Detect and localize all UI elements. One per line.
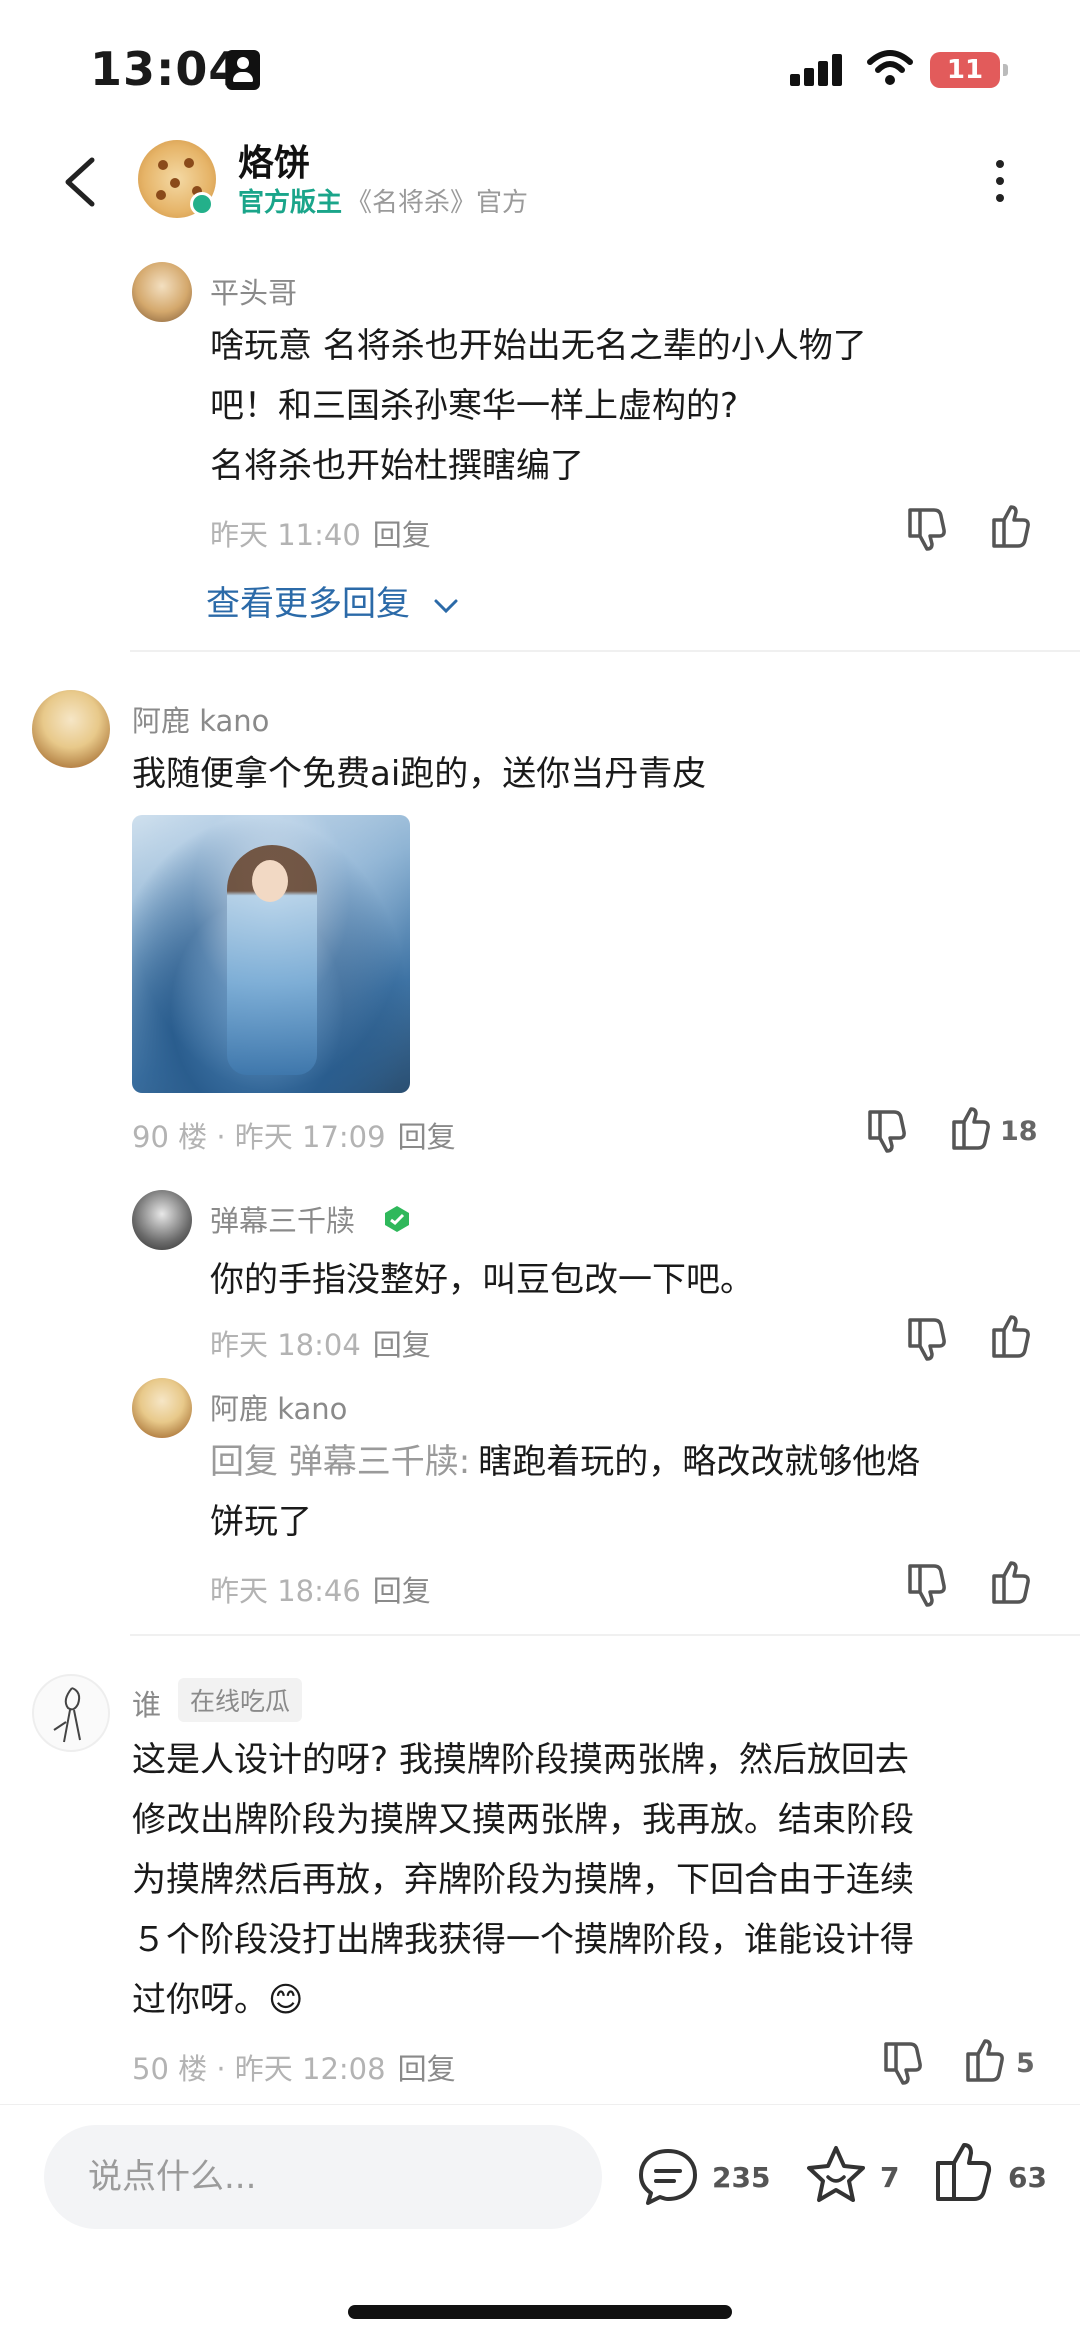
like-count: 63 — [1008, 2161, 1047, 2194]
sketch-avatar-icon — [53, 1687, 81, 1743]
like-count: 18 — [1000, 1116, 1038, 1147]
comment-text: 我随便拿个免费ai跑的，送你当丹青皮 — [132, 754, 707, 794]
comment-text-line: 回复 弹幕三千牍: 瞎跑着玩的，略改改就够他烙 — [210, 1432, 1040, 1492]
author-subtitle: 官方版主 《名将杀》官方 — [238, 182, 528, 219]
comment-text: 啥玩意 名将杀也开始出无名之辈的小人物了 吧！和三国杀孙寒华一样上虚构的? 名将… — [210, 316, 1030, 496]
like-icon[interactable] — [948, 1106, 994, 1152]
divider — [130, 650, 1080, 652]
reply-target[interactable]: 回复 弹幕三千牍: — [210, 1442, 470, 1482]
comment-author[interactable]: 阿鹿 kano — [132, 698, 269, 740]
dislike-icon[interactable] — [880, 2040, 926, 2086]
image-face — [252, 860, 288, 902]
comment-text-line: 名将杀也开始杜撰瞎编了 — [210, 446, 584, 486]
comment-time: 昨天 18:46 — [210, 1574, 361, 1608]
comment-input[interactable]: 说点什么... — [44, 2125, 602, 2229]
reply-button[interactable]: 回复 — [373, 1328, 431, 1362]
bottom-action-bar: 说点什么... 235 7 63 — [0, 2104, 1080, 2337]
home-indicator — [348, 2305, 732, 2319]
comment-text: 这是人设计的呀? 我摸牌阶段摸两张牌，然后放回去 修改出牌阶段为摸牌又摸两张牌，… — [132, 1730, 1052, 2030]
dislike-icon[interactable] — [904, 506, 950, 552]
reply-button[interactable]: 回复 — [398, 1120, 456, 1154]
comment-text: 回复 弹幕三千牍: 瞎跑着玩的，略改改就够他烙 饼玩了 — [210, 1432, 1040, 1552]
comment-author[interactable]: 弹幕三千牍 — [210, 1198, 355, 1240]
comment-icon[interactable] — [636, 2145, 700, 2209]
comment-author[interactable]: 阿鹿 kano — [210, 1386, 347, 1428]
divider — [130, 1634, 1080, 1636]
comment-image[interactable] — [132, 815, 410, 1093]
level-badge-icon — [385, 1206, 409, 1232]
comment-text-line: 饼玩了 — [210, 1502, 312, 1542]
comment-text-line: 为摸牌然后再放，弃牌阶段为摸牌，下回合由于连续 — [132, 1860, 914, 1900]
more-options-icon[interactable] — [990, 160, 1010, 210]
comment-author[interactable]: 谁 — [132, 1682, 161, 1724]
comment-meta: 90 楼 · 昨天 17:09 回复 — [132, 1114, 456, 1156]
comment-time: 昨天 18:04 — [210, 1328, 361, 1362]
chevron-down-icon — [434, 599, 458, 613]
star-count: 7 — [880, 2161, 900, 2194]
person-card-icon — [226, 50, 260, 90]
like-icon[interactable] — [988, 504, 1034, 550]
comment-count: 235 — [712, 2161, 771, 2194]
page-title: 烙饼 — [238, 143, 311, 184]
wifi-icon — [867, 50, 913, 85]
reply-button[interactable]: 回复 — [373, 518, 431, 552]
comment-text-line: 过你呀。😊 — [132, 1980, 304, 2020]
comment-meta: 昨天 18:04 回复 — [210, 1322, 431, 1364]
like-icon[interactable] — [988, 1560, 1034, 1606]
avatar[interactable] — [32, 690, 110, 768]
star-icon[interactable] — [804, 2143, 868, 2207]
battery-icon: 11 — [930, 52, 1008, 88]
view-more-replies-label: 查看更多回复 — [206, 584, 410, 624]
comment-author[interactable]: 平头哥 — [210, 270, 297, 312]
comment-text-line: 这是人设计的呀? 我摸牌阶段摸两张牌，然后放回去 — [132, 1740, 909, 1780]
comment-meta: 昨天 18:46 回复 — [210, 1568, 431, 1610]
comment-time: 昨天 11:40 — [210, 518, 361, 552]
comment-meta: 50 楼 · 昨天 12:08 回复 — [132, 2046, 456, 2088]
comment-text-line: 吧！和三国杀孙寒华一样上虚构的? — [210, 386, 739, 426]
user-tag: 在线吃瓜 — [178, 1678, 303, 1722]
reply-button[interactable]: 回复 — [373, 1574, 431, 1608]
signal-icon — [790, 52, 846, 86]
comment-text-part: 瞎跑着玩的，略改改就够他烙 — [478, 1442, 921, 1482]
author-affiliation: 《名将杀》官方 — [346, 188, 529, 218]
comment-text-line: 啥玩意 名将杀也开始出无名之辈的小人物了 — [210, 326, 867, 366]
avatar[interactable] — [132, 1190, 192, 1250]
dislike-icon[interactable] — [864, 1108, 910, 1154]
comment-meta: 昨天 11:40 回复 — [210, 512, 431, 554]
thread-header: 烙饼 官方版主 《名将杀》官方 — [0, 130, 1080, 240]
comment-text-line: 修改出牌阶段为摸牌又摸两张牌，我再放。结束阶段 — [132, 1800, 914, 1840]
view-more-replies-link[interactable]: 查看更多回复 — [206, 576, 459, 625]
comment-floor-time: 90 楼 · 昨天 17:09 — [132, 1120, 386, 1154]
comment-text-line: ５个阶段没打出牌我获得一个摸牌阶段，谁能设计得 — [132, 1920, 914, 1960]
reply-button[interactable]: 回复 — [398, 2052, 456, 2086]
avatar[interactable] — [132, 1378, 192, 1438]
like-count: 5 — [1016, 2048, 1035, 2079]
dislike-icon[interactable] — [904, 1562, 950, 1608]
verified-icon — [190, 192, 214, 216]
battery-level: 11 — [946, 55, 984, 85]
author-role: 官方版主 — [238, 188, 343, 218]
status-bar: 13:04 11 — [0, 0, 1080, 130]
like-icon[interactable] — [962, 2038, 1008, 2084]
comment-floor-time: 50 楼 · 昨天 12:08 — [132, 2052, 386, 2086]
like-icon[interactable] — [932, 2141, 996, 2205]
comment-text: 你的手指没整好，叫豆包改一下吧。 — [210, 1260, 754, 1300]
dislike-icon[interactable] — [904, 1316, 950, 1362]
avatar[interactable] — [132, 262, 192, 322]
status-time: 13:04 — [90, 42, 242, 96]
like-icon[interactable] — [988, 1314, 1034, 1360]
back-icon[interactable] — [58, 152, 108, 212]
